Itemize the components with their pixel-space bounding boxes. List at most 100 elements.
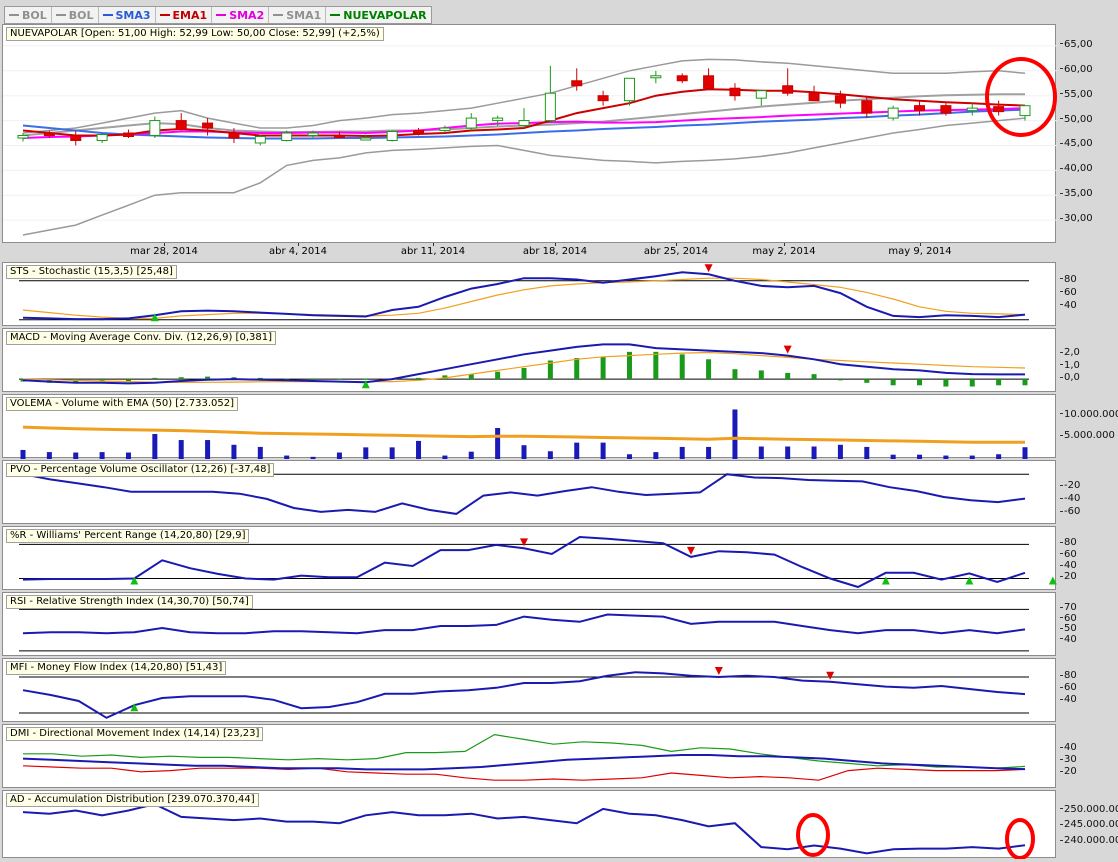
volema-ytick: 10.000.000 xyxy=(1060,409,1118,420)
wr-ytick: 20 xyxy=(1060,572,1077,582)
legend-swatch xyxy=(216,14,227,16)
sell-signal-marker xyxy=(783,345,792,354)
rsi-panel[interactable]: RSI - Relative Strength Index (14,30,70)… xyxy=(2,592,1056,656)
candle-body xyxy=(834,95,846,104)
candle-body xyxy=(386,131,398,141)
rsi-ytick: 70 xyxy=(1060,603,1077,613)
pvo-panel[interactable]: PVO - Percentage Volume Oscillator (12,2… xyxy=(2,460,1056,524)
volume-panel[interactable]: VOLEMA - Volume with EMA (50) [2.733.052… xyxy=(2,394,1056,459)
macd-histogram-bar xyxy=(574,358,580,380)
accumulation-distribution-panel[interactable]: AD - Accumulation Distribution [239.070.… xyxy=(2,790,1056,859)
macd-histogram-bar xyxy=(943,379,949,387)
legend-item-bol[interactable]: BOL xyxy=(52,7,99,23)
candle-body xyxy=(254,135,266,144)
candle-body xyxy=(175,120,187,131)
rsi-panel-title: RSI - Relative Strength Index (14,30,70)… xyxy=(6,595,253,609)
price-chart-panel[interactable]: NUEVAPOLAR [Open: 51,00 High: 52,99 Low:… xyxy=(2,24,1057,243)
volume-y-axis: 10.000.000 5.000.000 xyxy=(1058,394,1118,458)
candle-body xyxy=(17,135,29,139)
dmi-y-axis: 40 30 20 xyxy=(1058,724,1118,788)
price-ytick: 40,00 xyxy=(1060,164,1093,174)
williams-r-panel-title: %R - Williams' Percent Range (14,20,80) … xyxy=(6,529,250,543)
legend-item-sma3[interactable]: SMA3 xyxy=(99,7,156,23)
volume-bar xyxy=(574,442,580,459)
volume-bar xyxy=(521,445,527,459)
macd-histogram-bar xyxy=(917,379,923,386)
volume-bar xyxy=(917,454,923,459)
date-tick-mark xyxy=(920,243,921,246)
volume-bar xyxy=(811,446,817,459)
sell-signal-marker xyxy=(687,546,695,555)
price-y-axis: 65,00 60,00 55,00 50,00 45,00 40,00 35,00 30,00 xyxy=(1058,24,1118,243)
volume-bar xyxy=(20,449,26,459)
macd-histogram-bar xyxy=(600,356,606,380)
candle-body xyxy=(96,134,108,141)
wr-ytick: 80 xyxy=(1060,538,1077,548)
legend-label: BOL xyxy=(22,8,47,22)
macd-histogram-bar xyxy=(837,379,843,381)
legend-item-nuevapolar[interactable]: NUEVAPOLAR xyxy=(326,7,430,23)
rsi-y-axis: 70 60 50 40 xyxy=(1058,592,1118,656)
macd-panel[interactable]: MACD - Moving Average Conv. Div. (12,26,… xyxy=(2,328,1056,392)
macd-histogram-bar xyxy=(1022,379,1028,386)
volume-bar xyxy=(653,452,659,459)
williams-r-panel[interactable]: %R - Williams' Percent Range (14,20,80) … xyxy=(2,526,1057,590)
candle-body xyxy=(861,100,873,114)
candle-body xyxy=(281,132,293,141)
legend-swatch xyxy=(330,14,341,16)
price-ytick: 30,00 xyxy=(1060,214,1093,224)
legend-label: NUEVAPOLAR xyxy=(343,8,427,22)
legend-item-ema1[interactable]: EMA1 xyxy=(156,7,213,23)
legend-item-sma2[interactable]: SMA2 xyxy=(212,7,270,23)
rsi-ytick: 50 xyxy=(1060,624,1077,634)
stochastic-panel-title: STS - Stochastic (15,3,5) [25,48] xyxy=(6,265,177,279)
mfi-panel[interactable]: MFI - Money Flow Index (14,20,80) [51,43… xyxy=(2,658,1056,722)
candle-body xyxy=(122,132,134,137)
legend-item-sma1[interactable]: SMA1 xyxy=(269,7,327,23)
rsi-ytick: 40 xyxy=(1060,634,1077,645)
macd-y-axis: 2,0 1,0 0,0 xyxy=(1058,328,1118,392)
candle-body xyxy=(940,105,952,114)
dmi-panel[interactable]: DMI - Directional Movement Index (14,14)… xyxy=(2,724,1056,788)
date-tick-mark xyxy=(676,243,677,246)
candle-body xyxy=(544,92,556,122)
price-ytick: 45,00 xyxy=(1060,139,1093,149)
date-tick: abr 25, 2014 xyxy=(643,246,709,257)
macd-ytick: 0,0 xyxy=(1060,373,1080,383)
indicator-legend: BOL BOL SMA3 EMA1 SMA2 SMA1 NUEVAPOLAR xyxy=(4,6,432,24)
annotation-circle xyxy=(1005,818,1035,859)
volume-bar xyxy=(785,446,791,459)
ad-ytick: 250.000.000 xyxy=(1060,804,1118,815)
volume-bar xyxy=(73,452,79,459)
macd-panel-title: MACD - Moving Average Conv. Div. (12,26,… xyxy=(6,331,276,345)
volume-bar xyxy=(442,455,448,459)
volume-bar xyxy=(416,440,422,459)
minus-di-line xyxy=(22,765,1026,781)
volume-bar xyxy=(468,451,474,459)
legend-swatch xyxy=(102,14,113,16)
macd-histogram-bar xyxy=(495,371,501,380)
adx-line xyxy=(22,754,1026,771)
mfi-ytick: 80 xyxy=(1060,671,1077,681)
candle-body xyxy=(43,132,55,136)
sell-signal-marker xyxy=(704,264,713,273)
volume-bar xyxy=(363,447,369,459)
volume-bar xyxy=(996,454,1002,459)
macd-histogram-bar xyxy=(811,374,817,380)
macd-histogram-bar xyxy=(785,372,791,380)
date-tick: may 9, 2014 xyxy=(888,246,952,257)
volume-bar xyxy=(732,409,738,459)
candle-body xyxy=(650,75,662,79)
stochastic-panel[interactable]: STS - Stochastic (15,3,5) [25,48] xyxy=(2,262,1056,326)
legend-item-bol[interactable]: BOL xyxy=(5,7,52,23)
date-tick: abr 4, 2014 xyxy=(269,246,327,257)
candle-body xyxy=(202,122,214,129)
candle-body xyxy=(70,135,82,141)
sell-signal-marker xyxy=(714,667,723,675)
price-ytick: 65,00 xyxy=(1060,39,1093,50)
macd-histogram-bar xyxy=(969,379,975,387)
legend-label: SMA1 xyxy=(286,8,322,22)
wr-ytick: 60 xyxy=(1060,549,1077,560)
volume-bar xyxy=(284,455,290,459)
volume-bar xyxy=(758,446,764,459)
